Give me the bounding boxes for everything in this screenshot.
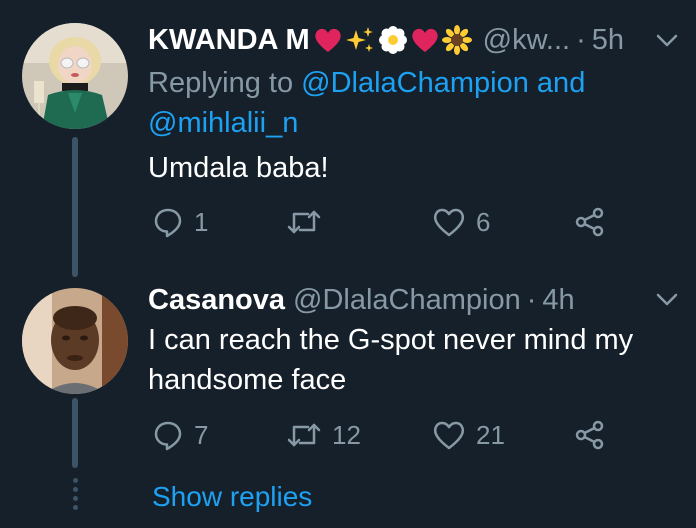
reply-count: 7	[194, 419, 209, 450]
thread-line	[72, 137, 78, 277]
more-replies-dots	[72, 478, 78, 514]
share-button[interactable]	[574, 415, 606, 455]
sparkles-icon	[345, 27, 373, 52]
retweet-count: 12	[332, 419, 361, 450]
share-icon	[575, 207, 604, 237]
mention-link[interactable]: @DlalaChampion	[301, 67, 529, 99]
heart-outline-icon	[433, 208, 465, 237]
reply-icon	[154, 421, 182, 451]
sunflower-icon	[441, 25, 472, 55]
share-icon	[575, 420, 604, 450]
reply-count: 1	[194, 206, 209, 237]
separator-dot: ·	[526, 283, 537, 316]
show-replies-link[interactable]: Show replies	[152, 478, 312, 516]
replying-to-prefix: Replying to	[148, 67, 302, 99]
thread-line	[72, 398, 78, 468]
blossom-icon	[378, 26, 407, 54]
user-handle[interactable]: @DlalaChampion	[293, 284, 521, 317]
mention-link[interactable]: @mihlalii_n	[148, 107, 298, 139]
heart-icon	[314, 28, 341, 52]
display-name[interactable]: Casanova	[148, 284, 285, 317]
retweet-icon	[287, 210, 321, 234]
reply-icon	[154, 208, 182, 238]
avatar[interactable]	[22, 288, 128, 394]
name-emojis	[314, 25, 475, 55]
display-name[interactable]: KWANDA M	[148, 24, 310, 57]
tweet-text: Umdala baba!	[148, 152, 329, 184]
like-count: 6	[476, 206, 491, 237]
tweet-actions: 1 6	[148, 202, 628, 242]
share-button[interactable]	[574, 202, 606, 242]
tweet-text: I can reach the G-spot never mind my han…	[148, 324, 634, 396]
chevron-down-icon[interactable]	[654, 287, 680, 313]
tweet-actions: 7 12 21	[148, 415, 628, 455]
tweet-header: Casanova @DlalaChampion · 4h	[148, 280, 575, 320]
retweet-icon	[287, 423, 321, 447]
heart-outline-icon	[433, 421, 465, 450]
reply-button[interactable]: 1	[152, 202, 208, 242]
chevron-down-icon[interactable]	[654, 28, 680, 54]
like-button[interactable]: 6	[432, 202, 490, 242]
retweet-button[interactable]: 12	[286, 415, 361, 455]
user-handle[interactable]: @kw...	[483, 24, 570, 57]
replying-to: Replying to @DlalaChampion and @mihlalii_…	[148, 63, 618, 143]
replying-to-conjunction: and	[528, 67, 586, 99]
like-button[interactable]: 21	[432, 415, 505, 455]
retweet-button[interactable]	[286, 202, 332, 242]
heart-icon	[411, 28, 438, 52]
tweet[interactable]: KWANDA M @kw... · 5h Replying to @DlalaC…	[0, 0, 696, 277]
avatar[interactable]	[22, 23, 128, 129]
separator-dot: ·	[576, 23, 586, 56]
timestamp[interactable]: 5h	[592, 24, 624, 57]
tweet-header: KWANDA M @kw... · 5h	[148, 20, 624, 60]
like-count: 21	[476, 419, 505, 450]
timestamp[interactable]: 4h	[542, 284, 574, 317]
reply-button[interactable]: 7	[152, 415, 208, 455]
